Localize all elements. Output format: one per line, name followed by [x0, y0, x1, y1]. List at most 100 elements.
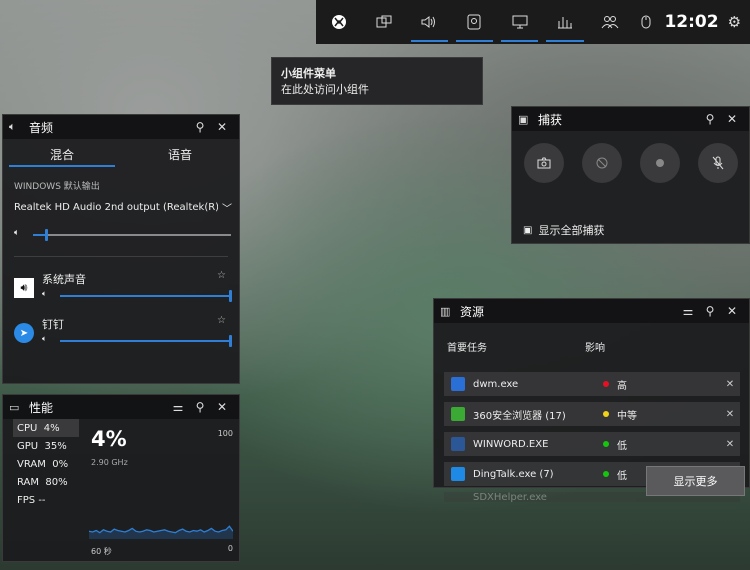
process-name: DingTalk.exe (7) [473, 468, 554, 480]
pin-icon[interactable]: ⚲ [189, 120, 211, 134]
audio-widget: 🔈︎ 音频 ⚲ ✕ 混合 语音 WINDOWS 默认输出 Realtek HD … [2, 114, 240, 384]
performance-button[interactable] [542, 0, 587, 44]
column-header-impact: 影响 [585, 343, 605, 354]
process-icon [451, 492, 465, 502]
column-header-task: 首要任务 [447, 343, 487, 354]
capture-button[interactable] [452, 0, 497, 44]
capture-icon [467, 14, 481, 30]
metric-label: VRAM [17, 458, 46, 470]
social-icon [601, 16, 619, 29]
app-volume-slider[interactable] [60, 335, 232, 347]
camera-icon [537, 157, 551, 169]
metric-fps[interactable]: FPS -- [13, 491, 79, 509]
close-icon[interactable]: ✕ [721, 112, 743, 126]
metric-gpu[interactable]: GPU 35% [13, 437, 79, 455]
process-icon [451, 467, 465, 481]
options-icon[interactable]: ⚌ [677, 304, 699, 318]
process-name: dwm.exe [473, 378, 519, 390]
close-icon[interactable]: ✕ [720, 379, 740, 390]
output-label: WINDOWS 默认输出 [14, 182, 100, 192]
capture-widget: ▣ 捕获 ⚲ ✕ ▣ 显示全部捕获 [511, 106, 750, 244]
close-icon[interactable]: ✕ [211, 120, 233, 134]
output-device-name: Realtek HD Audio 2nd output (Realtek(R).… [14, 201, 218, 213]
settings-button[interactable]: ⚙ [719, 0, 750, 44]
volume-icon: 🔈︎ [14, 228, 20, 238]
performance-icon [557, 17, 572, 29]
metric-label: GPU [17, 440, 39, 452]
game-bar-top: 12:02 ⚙ [316, 0, 750, 44]
audio-title: 音频 [29, 120, 54, 135]
record-last-button[interactable] [582, 143, 622, 183]
star-icon[interactable]: ☆ [217, 315, 226, 326]
pin-icon[interactable]: ⚲ [699, 304, 721, 318]
app-volume-slider[interactable] [60, 290, 232, 302]
show-all-captures-link[interactable]: ▣ 显示全部捕获 [523, 222, 604, 238]
tab-voice[interactable]: 语音 [121, 139, 239, 169]
star-icon[interactable]: ☆ [217, 270, 226, 281]
metric-value: 35% [44, 440, 67, 452]
mouse-icon [641, 15, 651, 29]
performance-header[interactable]: ▭ 性能 ⚌ ⚲ ✕ [3, 395, 239, 419]
impact-level: 中等 [617, 410, 637, 422]
pin-icon[interactable]: ⚲ [189, 400, 211, 414]
master-volume-slider[interactable] [33, 229, 231, 241]
process-row[interactable]: 360安全浏览器 (17) 中等 ✕ [444, 402, 740, 426]
clock: 12:02 [664, 12, 719, 32]
close-icon[interactable]: ✕ [720, 409, 740, 420]
show-more-button[interactable]: 显示更多 [646, 466, 745, 496]
cpu-big-value: 4% [91, 427, 127, 451]
xbox-icon [331, 15, 346, 29]
metric-vram[interactable]: VRAM 0% [13, 455, 79, 473]
app-row-system-sounds: 🔊︎ 系统声音 ☆ 🔈︎ [14, 270, 232, 307]
metric-value: 0% [52, 458, 69, 470]
performance-metric-list: CPU 4% GPU 35% VRAM 0% RAM 80% FPS -- [13, 419, 79, 563]
metric-value: 80% [45, 476, 68, 488]
resources-title: 资源 [460, 304, 485, 319]
audio-button[interactable] [407, 0, 452, 44]
graph-max-label: 100 [217, 429, 233, 438]
speaker-icon: 🔈︎ [9, 120, 16, 133]
options-icon[interactable]: ⚌ [167, 400, 189, 414]
audio-header[interactable]: 🔈︎ 音频 ⚲ ✕ [3, 115, 239, 139]
close-icon[interactable]: ✕ [720, 439, 740, 450]
performance-monitor-icon: ▭ [9, 400, 20, 414]
show-all-captures-label: 显示全部捕获 [538, 224, 605, 237]
resources-chart-icon: ▥ [440, 304, 451, 318]
capture-header[interactable]: ▣ 捕获 ⚲ ✕ [512, 107, 749, 131]
output-device-select[interactable]: Realtek HD Audio 2nd output (Realtek(R).… [14, 198, 232, 216]
display-button[interactable] [497, 0, 542, 44]
pin-icon[interactable]: ⚲ [699, 112, 721, 126]
process-icon [451, 407, 465, 421]
tooltip-title: 小组件菜单 [281, 67, 336, 80]
impact-indicator [603, 381, 609, 387]
capture-title: 捕获 [538, 112, 563, 127]
performance-title: 性能 [29, 400, 54, 415]
mouse-indicator [633, 0, 659, 44]
audio-icon [421, 16, 436, 28]
close-icon[interactable]: ✕ [211, 400, 233, 414]
process-row[interactable]: dwm.exe 高 ✕ [444, 372, 740, 396]
metric-cpu[interactable]: CPU 4% [13, 419, 79, 437]
volume-icon: 🔈︎ [42, 334, 47, 343]
widget-menu-icon [376, 15, 392, 28]
system-sounds-icon: 🔊︎ [14, 278, 34, 298]
process-row[interactable]: WINWORD.EXE 低 ✕ [444, 432, 740, 456]
record-last-icon [596, 157, 608, 169]
resources-header[interactable]: ▥ 资源 ⚌ ⚲ ✕ [434, 299, 749, 323]
resources-widget: ▥ 资源 ⚌ ⚲ ✕ 首要任务 影响 dwm.exe 高 ✕ 360安全浏览器 (17… [433, 298, 750, 502]
mic-toggle-button[interactable] [698, 143, 738, 183]
xbox-button[interactable] [316, 0, 361, 44]
widget-menu-button[interactable] [361, 0, 406, 44]
close-icon[interactable]: ✕ [721, 304, 743, 318]
app-name: 钉钉 [42, 318, 64, 331]
screenshot-button[interactable] [524, 143, 564, 183]
metric-ram[interactable]: RAM 80% [13, 473, 79, 491]
impact-indicator [603, 411, 609, 417]
mic-off-icon [712, 156, 724, 170]
tab-mix[interactable]: 混合 [3, 139, 121, 169]
metric-label: CPU [17, 422, 38, 434]
start-recording-button[interactable] [640, 143, 680, 183]
impact-level: 低 [617, 440, 627, 452]
gear-icon: ⚙ [727, 13, 742, 31]
social-button[interactable] [588, 0, 633, 44]
